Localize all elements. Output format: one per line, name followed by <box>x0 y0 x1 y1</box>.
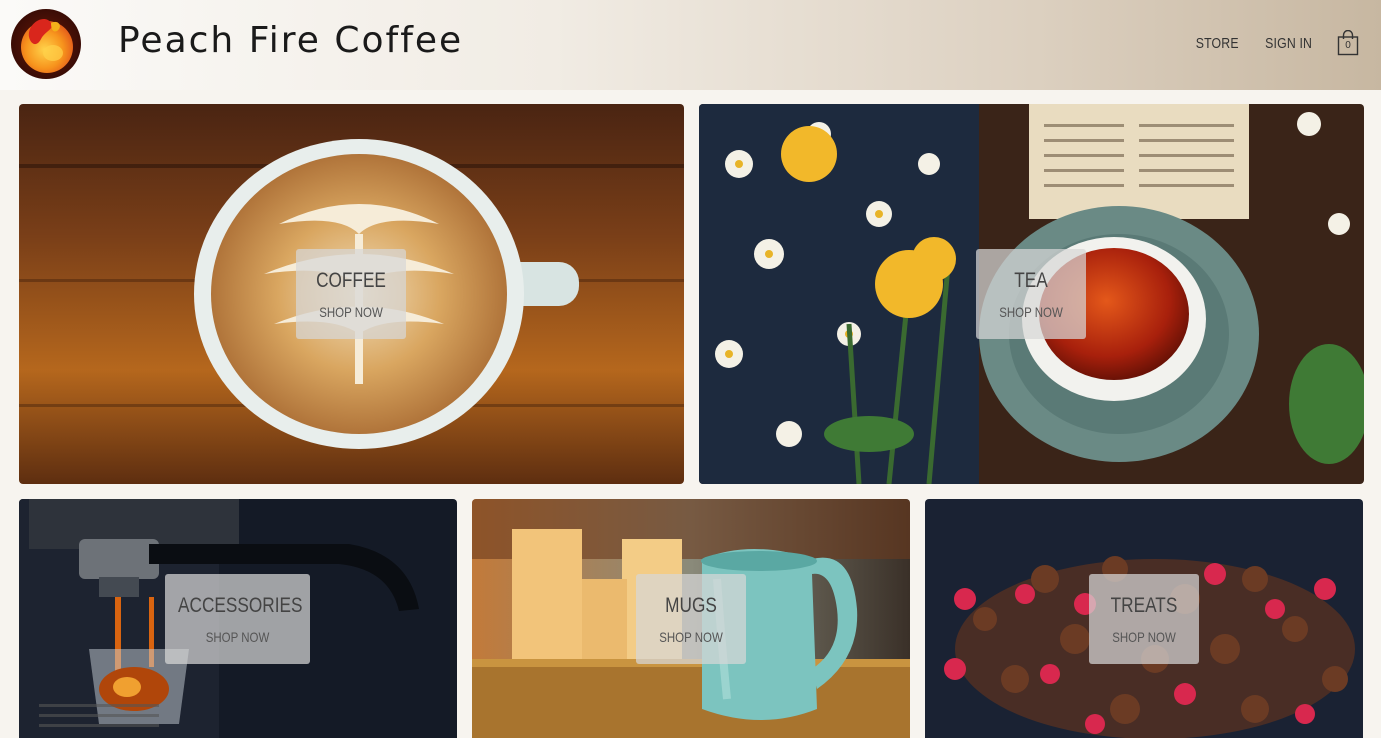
brand-name[interactable]: Peach Fire Coffee <box>118 20 463 61</box>
site-header: Peach Fire Coffee STORE SIGN IN 0 <box>0 0 1381 90</box>
cart-count: 0 <box>1345 40 1351 51</box>
category-tile-treats[interactable]: TREATS SHOP NOW <box>925 499 1363 738</box>
category-badge[interactable]: COFFEE SHOP NOW <box>296 249 406 339</box>
category-title: MUGS <box>665 594 717 617</box>
category-badge[interactable]: MUGS SHOP NOW <box>636 574 746 664</box>
shop-now-link[interactable]: SHOP NOW <box>306 304 396 320</box>
shop-now-link[interactable]: SHOP NOW <box>178 629 297 645</box>
category-tile-tea[interactable]: TEA SHOP NOW <box>699 104 1364 484</box>
nav-sign-in-link[interactable]: SIGN IN <box>1265 35 1312 52</box>
peach-flame-logo-icon[interactable] <box>11 9 81 79</box>
top-nav: STORE SIGN IN 0 <box>1191 29 1359 56</box>
category-tile-accessories[interactable]: ACCESSORIES SHOP NOW <box>19 499 457 738</box>
shop-now-link[interactable]: SHOP NOW <box>986 304 1076 320</box>
category-title: TEA <box>1014 269 1048 292</box>
category-title: ACCESSORIES <box>178 594 303 617</box>
category-badge[interactable]: TREATS SHOP NOW <box>1089 574 1199 664</box>
category-badge[interactable]: TEA SHOP NOW <box>976 249 1086 339</box>
category-title: TREATS <box>1110 594 1178 617</box>
shop-now-link[interactable]: SHOP NOW <box>1099 629 1189 645</box>
shop-now-link[interactable]: SHOP NOW <box>646 629 736 645</box>
cart-button[interactable]: 0 <box>1337 29 1359 56</box>
category-badge[interactable]: ACCESSORIES SHOP NOW <box>165 574 310 664</box>
category-tile-mugs[interactable]: MUGS SHOP NOW <box>472 499 910 738</box>
category-title: COFFEE <box>316 269 386 292</box>
nav-store-link[interactable]: STORE <box>1196 35 1239 52</box>
category-tile-coffee[interactable]: COFFEE SHOP NOW <box>19 104 684 484</box>
